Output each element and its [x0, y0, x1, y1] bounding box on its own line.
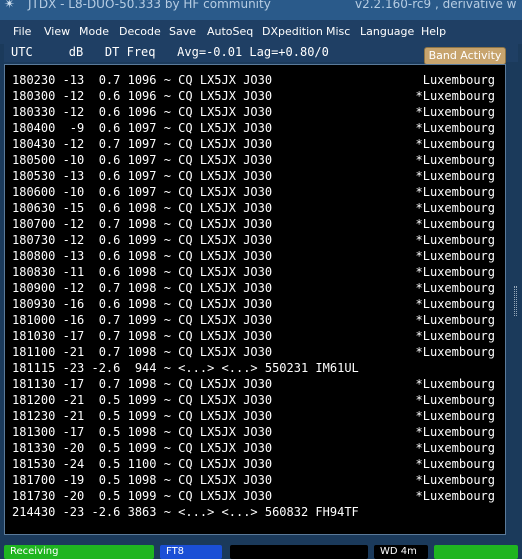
log-row[interactable]: 180430 -12 0.7 1097 ~ CQ LX5JX JO30 [12, 136, 272, 152]
log-row-country: *Luxembourg [415, 345, 495, 359]
log-row-country: *Luxembourg [415, 281, 495, 295]
log-row[interactable]: 180330 -12 0.6 1096 ~ CQ LX5JX JO30 [12, 104, 272, 120]
band-activity-button[interactable]: Band Activity [424, 47, 506, 65]
log-row[interactable]: 180230 -13 0.7 1096 ~ CQ LX5JX JO30 [12, 72, 272, 88]
log-row-country: *Luxembourg [415, 457, 495, 471]
column-header-text: UTC dB DT Freq Avg=-0.01 Lag=+0.80/0 [11, 45, 329, 59]
menu-save[interactable]: Save [169, 25, 196, 38]
log-row[interactable]: 180830 -11 0.6 1098 ~ CQ LX5JX JO30 [12, 264, 272, 280]
log-row-country: *Luxembourg [415, 137, 495, 151]
log-row[interactable]: 181030 -17 0.7 1098 ~ CQ LX5JX JO30 [12, 328, 272, 344]
log-row-country: *Luxembourg [415, 217, 495, 231]
log-row-country: *Luxembourg [415, 153, 495, 167]
log-row-country: *Luxembourg [415, 201, 495, 215]
log-row-country: *Luxembourg [415, 89, 495, 103]
menu-autoseq[interactable]: AutoSeq [207, 25, 253, 38]
log-row[interactable]: 214430 -23 -2.6 3863 ~ <...> <...> 56083… [12, 504, 359, 520]
log-row-country: *Luxembourg [415, 489, 495, 503]
log-row[interactable]: 181130 -17 0.7 1098 ~ CQ LX5JX JO30 [12, 376, 272, 392]
window-version: v2.2.160-rc9 , derivative w [355, 0, 517, 11]
log-row[interactable]: 180500 -10 0.6 1097 ~ CQ LX5JX JO30 [12, 152, 272, 168]
log-row-country: *Luxembourg [415, 409, 495, 423]
log-row[interactable]: 180600 -10 0.6 1097 ~ CQ LX5JX JO30 [12, 184, 272, 200]
menu-bar: File View Mode Decode Save AutoSeq DXped… [0, 20, 522, 44]
log-row-country: *Luxembourg [415, 265, 495, 279]
log-row[interactable]: 180630 -15 0.6 1098 ~ CQ LX5JX JO30 [12, 200, 272, 216]
log-row[interactable]: 181700 -19 0.5 1098 ~ CQ LX5JX JO30 [12, 472, 272, 488]
antenna-icon: ✴ [4, 0, 15, 12]
log-row[interactable]: 180700 -12 0.7 1098 ~ CQ LX5JX JO30 [12, 216, 272, 232]
status-bar: Receiving FT8 WD 4m [0, 541, 522, 559]
log-row[interactable]: 180730 -12 0.6 1099 ~ CQ LX5JX JO30 [12, 232, 272, 248]
title-bar: ✴ JTDX - L8-DUO-50.333 by HF community v… [0, 0, 522, 20]
log-row-country: *Luxembourg [415, 313, 495, 327]
menu-language[interactable]: Language [360, 25, 414, 38]
log-scrollbar[interactable] [511, 64, 520, 535]
band-activity-log[interactable]: 180230 -13 0.7 1096 ~ CQ LX5JX JO30 Luxem… [4, 64, 506, 535]
log-row-country: *Luxembourg [415, 425, 495, 439]
window-title: JTDX - L8-DUO-50.333 by HF community [28, 0, 271, 11]
scrollbar-grip[interactable] [514, 286, 517, 316]
menu-file[interactable]: File [13, 25, 31, 38]
menu-help[interactable]: Help [421, 25, 446, 38]
menu-misc[interactable]: Misc [326, 25, 350, 38]
log-row[interactable]: 181100 -21 0.7 1098 ~ CQ LX5JX JO30 [12, 344, 272, 360]
log-row[interactable]: 181300 -17 0.5 1098 ~ CQ LX5JX JO30 [12, 424, 272, 440]
log-row[interactable]: 180800 -13 0.6 1098 ~ CQ LX5JX JO30 [12, 248, 272, 264]
log-row[interactable]: 180900 -12 0.7 1098 ~ CQ LX5JX JO30 [12, 280, 272, 296]
menu-mode[interactable]: Mode [79, 25, 109, 38]
log-row-country: Luxembourg [422, 73, 495, 87]
log-row[interactable]: 181230 -21 0.5 1099 ~ CQ LX5JX JO30 [12, 408, 272, 424]
log-row[interactable]: 180930 -16 0.6 1098 ~ CQ LX5JX JO30 [12, 296, 272, 312]
log-row[interactable]: 180530 -13 0.6 1097 ~ CQ LX5JX JO30 [12, 168, 272, 184]
log-row-country: *Luxembourg [415, 169, 495, 183]
log-row-country: *Luxembourg [415, 233, 495, 247]
log-row[interactable]: 181730 -20 0.5 1099 ~ CQ LX5JX JO30 [12, 488, 272, 504]
log-row-country: *Luxembourg [415, 185, 495, 199]
log-row-country: *Luxembourg [415, 473, 495, 487]
log-row[interactable]: 181000 -16 0.7 1099 ~ CQ LX5JX JO30 [12, 312, 272, 328]
log-row-country: *Luxembourg [415, 105, 495, 119]
log-row-country: *Luxembourg [415, 393, 495, 407]
menu-dxpedition[interactable]: DXpedition [262, 25, 323, 38]
log-row[interactable]: 181200 -21 0.5 1099 ~ CQ LX5JX JO30 [12, 392, 272, 408]
log-row-country: *Luxembourg [415, 297, 495, 311]
log-row-country: *Luxembourg [415, 121, 495, 135]
log-row-country: *Luxembourg [415, 377, 495, 391]
log-row[interactable]: 181330 -20 0.5 1099 ~ CQ LX5JX JO30 [12, 440, 272, 456]
log-row-country: *Luxembourg [415, 249, 495, 263]
menu-decode[interactable]: Decode [119, 25, 161, 38]
log-row[interactable]: 180300 -12 0.6 1096 ~ CQ LX5JX JO30 [12, 88, 272, 104]
log-row[interactable]: 181115 -23 -2.6 944 ~ <...> <...> 550231… [12, 360, 359, 376]
log-row-country: *Luxembourg [415, 441, 495, 455]
log-row[interactable]: 181530 -24 0.5 1100 ~ CQ LX5JX JO30 [12, 456, 272, 472]
menu-view[interactable]: View [44, 25, 70, 38]
log-row[interactable]: 180400 -9 0.6 1097 ~ CQ LX5JX JO30 [12, 120, 272, 136]
log-row-country: *Luxembourg [415, 329, 495, 343]
